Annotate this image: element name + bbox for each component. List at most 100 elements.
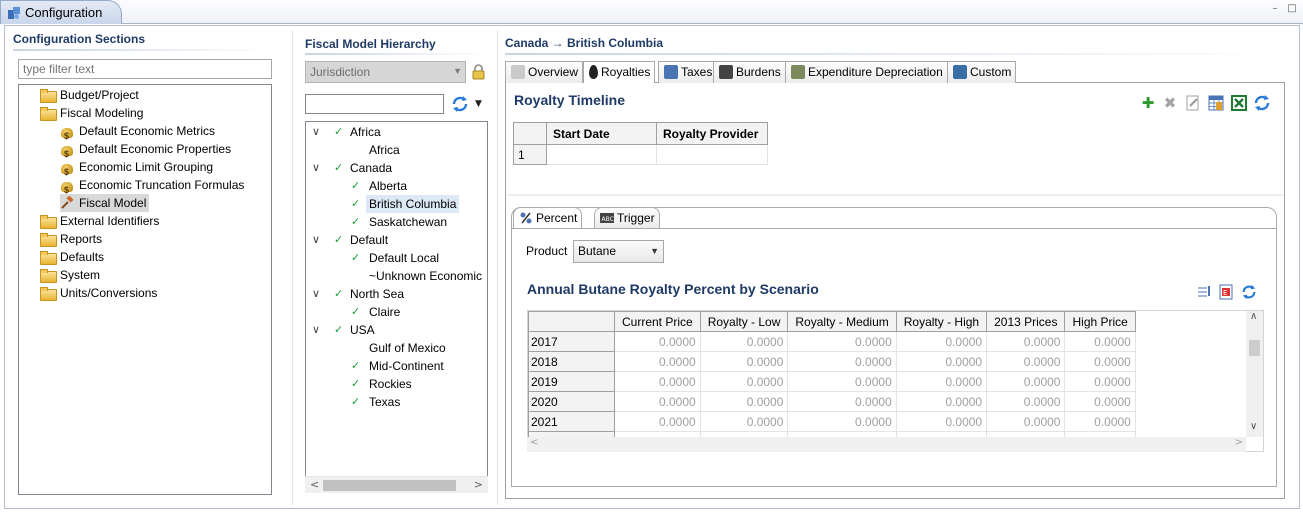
value-cell[interactable]: 0.0000 — [1064, 411, 1136, 432]
tree-item-external-identifiers[interactable]: External Identifiers — [40, 212, 159, 230]
value-cell[interactable]: 0.0000 — [787, 351, 897, 372]
value-cell[interactable]: 0.0000 — [699, 391, 789, 412]
scroll-left-icon[interactable]: < — [310, 478, 319, 491]
add-icon[interactable]: ✚ — [1139, 94, 1157, 112]
table-edit-icon[interactable] — [1207, 94, 1225, 112]
tree-item-budget-project[interactable]: Budget/Project — [40, 86, 139, 104]
tab-overview[interactable]: Overview — [505, 61, 584, 83]
tree-item-fiscal-modeling[interactable]: Fiscal Modeling — [40, 104, 143, 122]
filter-input[interactable] — [18, 59, 272, 79]
hierarchy-item-british-columbia[interactable]: ✓ British Columbia — [331, 195, 482, 213]
column-header-royalty-low[interactable]: Royalty - Low — [699, 311, 789, 332]
column-header-2013-prices[interactable]: 2013 Prices — [986, 311, 1066, 332]
hierarchy-item-africa[interactable]: Africa — [331, 141, 482, 159]
hierarchy-item-north-sea[interactable]: ∨ ✓ North Sea — [312, 285, 482, 303]
hierarchy-horizontal-scrollbar[interactable]: < > — [305, 476, 488, 493]
delete-icon[interactable]: ✖ — [1161, 94, 1179, 112]
value-cell[interactable]: 0.0000 — [699, 331, 789, 352]
expand-chevron-icon[interactable]: ∨ — [312, 123, 320, 141]
scroll-right-icon[interactable]: > — [474, 478, 483, 491]
value-cell[interactable]: 0.0000 — [1064, 351, 1136, 372]
value-cell[interactable]: 0.0000 — [1064, 391, 1136, 412]
royalty-provider-cell[interactable] — [656, 144, 768, 165]
tree-item-units-conversions[interactable]: Units/Conversions — [40, 284, 157, 302]
value-cell[interactable]: 0.0000 — [986, 411, 1066, 432]
expand-chevron-icon[interactable]: ∨ — [312, 285, 320, 303]
column-header-start-date[interactable]: Start Date — [546, 122, 657, 145]
scroll-down-icon[interactable]: ∨ — [1250, 421, 1257, 432]
value-cell[interactable]: 0.0000 — [787, 371, 897, 392]
scroll-left-icon[interactable]: < — [530, 437, 538, 448]
value-cell[interactable]: 0.0000 — [614, 411, 701, 432]
value-cell[interactable]: 0.0000 — [614, 371, 701, 392]
hierarchy-item-canada[interactable]: ∨ ✓ Canada — [312, 159, 482, 177]
value-cell[interactable]: 0.0000 — [986, 371, 1066, 392]
scroll-up-icon[interactable]: ∧ — [1250, 311, 1257, 322]
hierarchy-item-unknown-economic[interactable]: ~Unknown Economic — [331, 267, 482, 285]
tab-expenditure-depreciation[interactable]: Expenditure Depreciation — [785, 61, 948, 83]
jurisdiction-select[interactable]: Jurisdiction ▼ — [305, 61, 466, 83]
tab-taxes[interactable]: Taxes — [658, 61, 718, 83]
table-row[interactable]: 1 — [513, 144, 768, 165]
tree-item-defaults[interactable]: Defaults — [40, 248, 104, 266]
excel-export-icon[interactable] — [1230, 94, 1248, 112]
tree-item-default-economic-properties[interactable]: Default Economic Properties — [60, 140, 231, 163]
filter-rows-icon[interactable] — [1196, 284, 1212, 300]
table-row[interactable]: 2020 0.0000 0.0000 0.0000 0.0000 0.0000 0.0000 — [528, 391, 1136, 412]
tree-item-system[interactable]: System — [40, 266, 100, 284]
value-cell[interactable]: 0.0000 — [614, 351, 701, 372]
lock-icon[interactable] — [472, 64, 485, 80]
tree-item-default-economic-metrics[interactable]: Default Economic Metrics — [60, 122, 215, 145]
value-cell[interactable]: 0.0000 — [986, 391, 1066, 412]
refresh-icon[interactable] — [1253, 94, 1271, 112]
subtab-trigger[interactable]: ABC Trigger — [594, 207, 660, 228]
expand-chevron-icon[interactable]: ∨ — [312, 321, 320, 339]
pdf-export-icon[interactable]: E — [1218, 284, 1234, 300]
product-select[interactable]: Butane ▼ — [573, 240, 664, 263]
value-cell[interactable]: 0.0000 — [787, 391, 897, 412]
hierarchy-item-claire[interactable]: ✓ Claire — [331, 303, 482, 321]
hierarchy-item-default-local[interactable]: ✓ Default Local — [331, 249, 482, 267]
hierarchy-item-usa[interactable]: ∨ ✓ USA — [312, 321, 482, 339]
expand-chevron-icon[interactable]: ∨ — [312, 231, 320, 249]
value-cell[interactable]: 0.0000 — [986, 331, 1066, 352]
section-divider[interactable] — [508, 194, 1283, 196]
value-cell[interactable]: 0.0000 — [895, 331, 988, 352]
grid-vertical-scrollbar[interactable]: ∧ ∨ — [1246, 311, 1263, 437]
grid-horizontal-scrollbar[interactable]: < > — [527, 437, 1246, 452]
start-date-cell[interactable] — [546, 144, 657, 165]
tab-burdens[interactable]: Burdens — [713, 61, 786, 83]
column-header-current-price[interactable]: Current Price — [614, 311, 701, 332]
table-row[interactable]: 2019 0.0000 0.0000 0.0000 0.0000 0.0000 0.0000 — [528, 371, 1136, 392]
configuration-tab[interactable]: Configuration — [0, 0, 122, 24]
tree-item-economic-truncation-formulas[interactable]: Economic Truncation Formulas — [60, 176, 244, 199]
hierarchy-search-input[interactable] — [305, 94, 444, 114]
expand-chevron-icon[interactable]: ∨ — [312, 159, 320, 177]
tab-royalties[interactable]: Royalties — [583, 61, 656, 84]
scroll-right-icon[interactable]: > — [1235, 437, 1243, 448]
tree-item-economic-limit-grouping[interactable]: Economic Limit Grouping — [60, 158, 213, 181]
value-cell[interactable]: 0.0000 — [787, 411, 897, 432]
panel-divider[interactable] — [497, 30, 498, 505]
refresh-dropdown-icon[interactable]: ▼ — [475, 99, 482, 109]
hierarchy-item-alberta[interactable]: ✓ Alberta — [331, 177, 482, 195]
value-cell[interactable]: 0.0000 — [699, 411, 789, 432]
value-cell[interactable]: 0.0000 — [895, 351, 988, 372]
tree-item-fiscal-model[interactable]: Fiscal Model — [60, 194, 150, 212]
value-cell[interactable]: 0.0000 — [895, 391, 988, 412]
hierarchy-item-rockies[interactable]: ✓ Rockies — [331, 375, 482, 393]
minimize-button[interactable]: – — [1267, 3, 1283, 17]
edit-icon[interactable] — [1184, 94, 1202, 112]
hierarchy-item-mid-continent[interactable]: ✓ Mid-Continent — [331, 357, 482, 375]
column-header-high-price[interactable]: High Price — [1064, 311, 1136, 332]
value-cell[interactable]: 0.0000 — [614, 331, 701, 352]
table-row[interactable]: 2017 0.0000 0.0000 0.0000 0.0000 0.0000 0.0000 — [528, 331, 1136, 352]
value-cell[interactable]: 0.0000 — [1064, 371, 1136, 392]
scrollbar-thumb[interactable] — [1249, 340, 1260, 356]
column-header-royalty-high[interactable]: Royalty - High — [895, 311, 988, 332]
refresh-icon[interactable] — [451, 95, 469, 113]
refresh-icon[interactable] — [1241, 284, 1257, 300]
column-header-royalty-medium[interactable]: Royalty - Medium — [787, 311, 897, 332]
value-cell[interactable]: 0.0000 — [787, 331, 897, 352]
value-cell[interactable]: 0.0000 — [986, 351, 1066, 372]
